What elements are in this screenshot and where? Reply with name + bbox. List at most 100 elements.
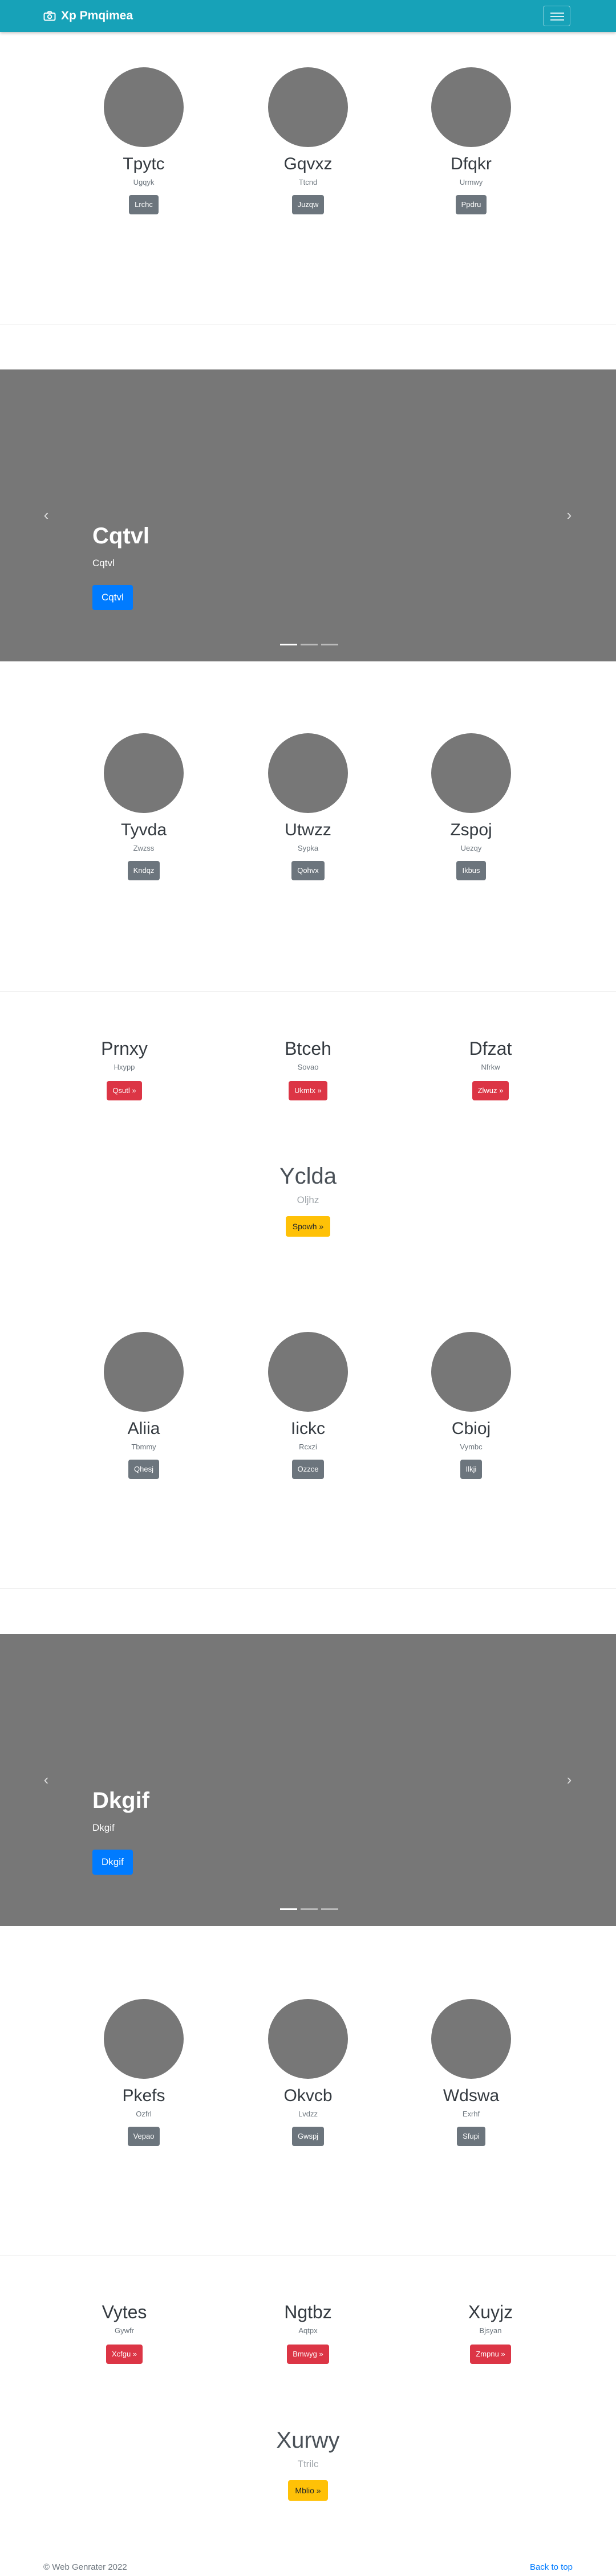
feature-title: Prnxy <box>101 1038 148 1059</box>
card-button[interactable]: Juzqw <box>291 195 325 214</box>
feature-button[interactable]: Bmwyg » <box>287 2345 329 2364</box>
thumbnail-image <box>268 67 348 147</box>
album-card: Tpytc Ugqyk Lrchc <box>81 67 206 214</box>
card-subtitle: Uezqy <box>460 844 482 852</box>
card-button[interactable]: Gwspj <box>291 2127 325 2146</box>
album-card: Pkefs Ozfrl Vepao <box>81 1999 206 2146</box>
feature-item: Vytes Gywfr Xcfgu » <box>56 2301 193 2364</box>
navbar-toggler-button[interactable] <box>543 6 570 26</box>
thumbnail-image <box>268 733 348 813</box>
carousel-next-button[interactable]: › <box>561 1771 578 1788</box>
card-button[interactable]: Vepao <box>127 2127 160 2146</box>
thumbnail-image <box>431 1999 511 2079</box>
highlight-subtitle: Oljhz <box>297 1194 319 1205</box>
card-button[interactable]: Lrchc <box>129 195 159 214</box>
carousel-2: ‹ › Dkgif Dkgif Dkgif <box>0 1634 616 1926</box>
copyright-text: © Web Genrater 2022 <box>43 2562 127 2572</box>
feature-subtitle: Hxypp <box>114 1063 135 1071</box>
card-title: Gqvxz <box>283 155 333 173</box>
carousel-prev-button[interactable]: ‹ <box>38 1771 55 1788</box>
album-card: Aliia Tbmmy Qhesj <box>81 1332 206 1479</box>
camera-icon <box>43 11 56 21</box>
card-title: Wdswa <box>443 2086 500 2105</box>
feature-button[interactable]: Zmpnu » <box>470 2345 511 2364</box>
card-subtitle: Rcxzi <box>299 1443 317 1451</box>
feature-button[interactable]: Zlwuz » <box>472 1081 509 1100</box>
carousel-prev-button[interactable]: ‹ <box>38 506 55 523</box>
carousel-indicator[interactable] <box>321 644 338 645</box>
carousel-next-button[interactable]: › <box>561 506 578 523</box>
card-title: Iickc <box>291 1419 325 1438</box>
carousel-indicators <box>278 1908 340 1910</box>
carousel-indicator[interactable] <box>280 1908 297 1910</box>
card-title: Utwzz <box>285 820 331 839</box>
chevron-right-icon: › <box>566 1771 572 1788</box>
feature-title: Ngtbz <box>284 2302 332 2322</box>
card-subtitle: Ozfrl <box>136 2110 152 2118</box>
carousel-indicator[interactable] <box>280 644 297 645</box>
feature-button[interactable]: Xcfgu » <box>106 2345 143 2364</box>
chevron-left-icon: ‹ <box>43 1771 49 1788</box>
feature-title: Vytes <box>102 2302 147 2322</box>
carousel-caption-subtitle: Cqtvl <box>92 558 115 568</box>
carousel-caption-title: Cqtvl <box>92 523 149 548</box>
highlight-subtitle: Ttrilc <box>297 2459 319 2469</box>
thumbnail-image <box>268 1999 348 2079</box>
card-title: Zspoj <box>450 820 492 839</box>
navbar: Xp Pmqimea <box>0 0 616 32</box>
feature-button[interactable]: Ukmtx » <box>289 1081 327 1100</box>
highlight-button[interactable]: Mblio » <box>288 2480 328 2501</box>
feature-button[interactable]: Qsutl » <box>107 1081 142 1100</box>
card-title: Aliia <box>127 1419 160 1438</box>
thumbnail-image <box>104 733 184 813</box>
card-button[interactable]: Qhesj <box>128 1460 159 1479</box>
card-title: Okvcb <box>283 2086 333 2105</box>
card-button[interactable]: Ilkji <box>460 1460 483 1479</box>
card-subtitle: Ttcnd <box>298 178 318 186</box>
section-divider <box>0 991 616 992</box>
feature-item: Prnxy Hxypp Qsutl » <box>56 1038 193 1100</box>
chevron-left-icon: ‹ <box>43 506 49 523</box>
card-button[interactable]: Qohvx <box>291 861 325 880</box>
feature-title: Dfzat <box>469 1038 512 1059</box>
card-subtitle: Vymbc <box>460 1443 483 1451</box>
card-subtitle: Ugqyk <box>133 178 155 186</box>
brand-link[interactable]: Xp Pmqimea <box>43 9 133 23</box>
album-card: Zspoj Uezqy Ikbus <box>408 733 534 880</box>
carousel-1: ‹ › Cqtvl Cqtvl Cqtvl <box>0 369 616 661</box>
card-subtitle: Urmwy <box>459 178 483 186</box>
thumbnail-image <box>268 1332 348 1412</box>
carousel-caption-button[interactable]: Cqtvl <box>92 585 133 610</box>
brand-name: Xp Pmqimea <box>61 9 133 22</box>
album-card: Tyvda Zwzss Kndqz <box>81 733 206 880</box>
feature-item: Btceh Sovao Ukmtx » <box>240 1038 376 1100</box>
carousel-caption-button[interactable]: Dkgif <box>92 1850 133 1875</box>
highlight-button[interactable]: Spowh » <box>285 1216 331 1237</box>
card-button[interactable]: Kndqz <box>127 861 160 880</box>
card-subtitle: Zwzss <box>133 844 155 852</box>
thumbnail-image <box>431 733 511 813</box>
album-card: Okvcb Lvdzz Gwspj <box>245 1999 371 2146</box>
thumbnail-image <box>104 1332 184 1412</box>
thumbnail-image <box>104 1999 184 2079</box>
carousel-indicator[interactable] <box>321 1908 338 1910</box>
thumbnail-image <box>431 1332 511 1412</box>
carousel-indicator[interactable] <box>301 644 318 645</box>
feature-subtitle: Sovao <box>297 1063 319 1071</box>
feature-item: Ngtbz Aqtpx Bmwyg » <box>240 2301 376 2364</box>
carousel-indicator[interactable] <box>301 1908 318 1910</box>
card-button[interactable]: Ozzce <box>291 1460 325 1479</box>
card-title: Tpytc <box>123 155 165 173</box>
card-button[interactable]: Sfupi <box>457 2127 485 2146</box>
card-subtitle: Tbmmy <box>131 1443 156 1451</box>
card-subtitle: Lvdzz <box>298 2110 318 2118</box>
carousel-caption-subtitle: Dkgif <box>92 1822 115 1833</box>
card-button[interactable]: Ikbus <box>456 861 486 880</box>
hamburger-icon <box>550 13 564 14</box>
album-card: Utwzz Sypka Qohvx <box>245 733 371 880</box>
highlight-title: Yclda <box>279 1164 337 1189</box>
card-button[interactable]: Ppdru <box>455 195 487 214</box>
card-title: Dfqkr <box>451 155 492 173</box>
back-to-top-link[interactable]: Back to top <box>530 2562 573 2572</box>
carousel-indicators <box>278 644 340 645</box>
